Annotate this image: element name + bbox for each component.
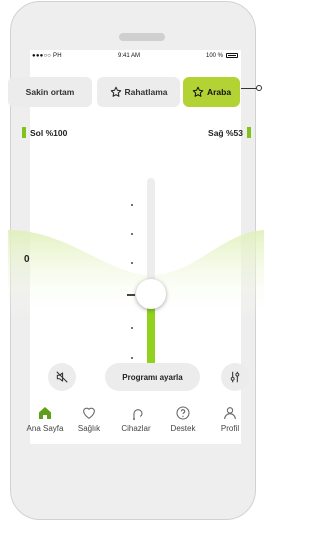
battery-level: 100 % [205, 53, 223, 59]
right-device-status: Sağ %53 [208, 127, 251, 138]
slider-tick [131, 204, 133, 206]
slider-tick [131, 357, 133, 359]
volume-slider-track[interactable] [147, 178, 155, 295]
star-icon [192, 86, 204, 97]
slider-tick [131, 262, 133, 264]
nav-devices[interactable]: Cihazlar [111, 405, 161, 433]
slider-tick [131, 233, 133, 235]
tab-araba[interactable]: Araba [183, 77, 240, 107]
phone-speaker [119, 33, 165, 41]
nav-label: Destek [170, 424, 196, 433]
status-time: 9:41 AM [118, 53, 141, 59]
right-device-label: Sağ %53 [208, 127, 243, 138]
left-device-status: Sol %100 [22, 127, 67, 138]
help-icon [176, 406, 190, 420]
battery-icon [226, 53, 238, 58]
status-bar: ●●●○○ PH 9:41 AM 100 % [30, 50, 241, 62]
tab-label: Sakin ortam [25, 87, 75, 97]
battery-bar [22, 127, 26, 138]
nav-label: Ana Sayfa [26, 424, 64, 433]
nav-health[interactable]: Sağlık [64, 405, 114, 433]
adjust-program-button[interactable]: Programı ayarla [105, 363, 200, 391]
volume-slider-knob[interactable] [136, 279, 166, 309]
tab-sakin-ortam[interactable]: Sakin ortam [8, 77, 92, 107]
nav-profile[interactable]: Profil [205, 405, 255, 433]
program-tabs: Sakin ortam Rahatlama Araba [8, 77, 241, 107]
app-screen: ●●●○○ PH 9:41 AM 100 % Sakin ortam Rahat… [8, 50, 264, 444]
battery-bar [247, 127, 251, 138]
nav-label: Sağlık [77, 424, 101, 433]
heart-icon [83, 407, 95, 419]
settings-adjust-button[interactable] [221, 363, 249, 391]
hearing-aid-icon [133, 409, 143, 420]
callout-line [241, 88, 257, 89]
nav-label: Profil [220, 424, 240, 433]
tab-label: Rahatlama [124, 87, 168, 97]
volume-wave-graphic [8, 230, 264, 320]
nav-label: Cihazlar [121, 424, 151, 433]
tab-rahatlama[interactable]: Rahatlama [97, 77, 180, 107]
volume-value: 0 [24, 254, 30, 265]
nav-home[interactable]: Ana Sayfa [20, 405, 70, 433]
left-device-label: Sol %100 [30, 127, 68, 138]
bottom-navigation: Ana Sayfa Sağlık Cihazlar Destek Profil [20, 405, 255, 443]
carrier-signal: ●●●○○ PH [32, 53, 62, 59]
nav-support[interactable]: Destek [158, 405, 208, 433]
slider-tick [131, 327, 133, 329]
tab-label: Araba [206, 87, 232, 97]
callout-dot [256, 85, 262, 91]
profile-icon [224, 407, 236, 420]
sliders-icon [230, 371, 240, 383]
star-icon [110, 86, 121, 97]
slider-tick-center [127, 294, 135, 296]
mute-button[interactable] [48, 363, 76, 391]
speaker-muted-icon [56, 371, 68, 383]
home-icon [39, 407, 51, 419]
